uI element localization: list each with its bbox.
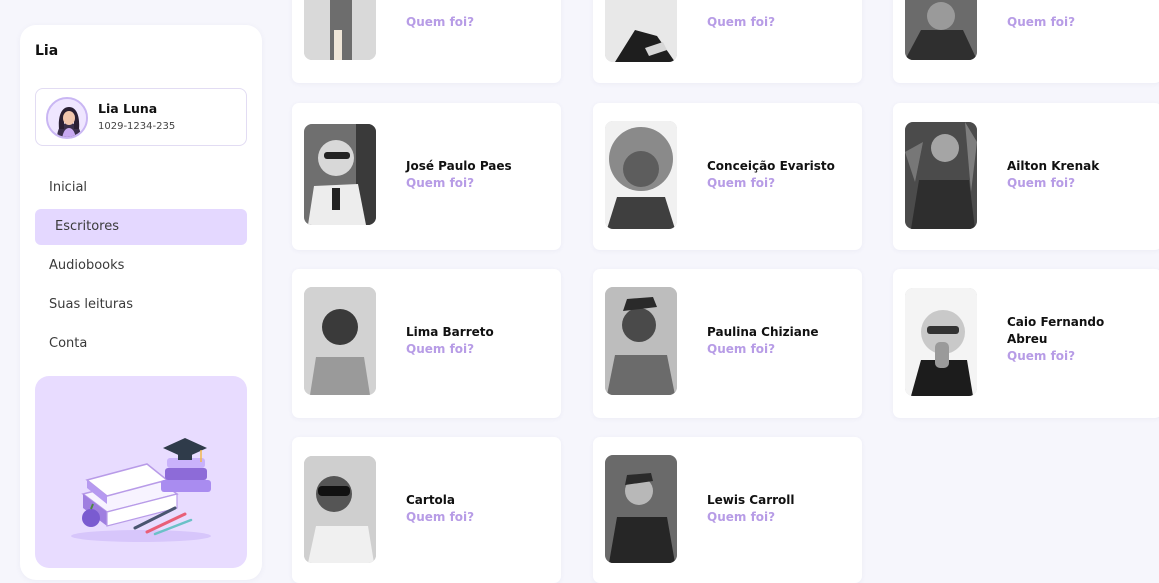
- writer-name: Lima Barreto: [406, 325, 494, 339]
- who-was-link[interactable]: Quem foi?: [1007, 14, 1147, 31]
- writer-card[interactable]: Conceição Evaristo Quem foi?: [593, 103, 862, 250]
- writer-photo: [304, 124, 376, 225]
- who-was-link[interactable]: Quem foi?: [707, 341, 847, 358]
- writer-photo: [304, 287, 376, 395]
- writer-card[interactable]: Quem foi?: [893, 0, 1159, 83]
- writer-card[interactable]: Ailton Krenak Quem foi?: [893, 103, 1159, 250]
- writer-photo: [605, 121, 677, 229]
- writer-photo: [304, 0, 376, 60]
- nav-item-suas-leituras[interactable]: Suas leituras: [35, 287, 247, 323]
- profile-name: Lia Luna: [98, 101, 158, 116]
- who-was-link[interactable]: Quem foi?: [406, 175, 546, 192]
- profile-id: 1029-1234-235: [98, 121, 176, 132]
- writer-name: Paulina Chiziane: [707, 325, 819, 339]
- writers-page: Lia Lia Luna 1029-1234-235 Inicial Escri…: [0, 0, 1159, 583]
- writer-photo: [605, 455, 677, 563]
- writer-photo: [905, 0, 977, 60]
- writer-name: Ailton Krenak: [1007, 159, 1100, 173]
- writer-card[interactable]: Caio Fernando Abreu Quem foi?: [893, 269, 1159, 418]
- writer-name: José Paulo Paes: [406, 159, 512, 173]
- writer-photo: [905, 122, 977, 229]
- who-was-link[interactable]: Quem foi?: [707, 14, 847, 31]
- nav-item-inicial[interactable]: Inicial: [35, 170, 247, 206]
- who-was-link[interactable]: Quem foi?: [1007, 175, 1147, 192]
- writer-photo: [304, 456, 376, 563]
- woman-avatar-icon: [48, 99, 86, 137]
- writer-name: Caio Fernando Abreu: [1007, 315, 1105, 346]
- who-was-link[interactable]: Quem foi?: [1007, 348, 1147, 365]
- user-avatar: [46, 97, 88, 139]
- writer-card[interactable]: Lewis Carroll Quem foi?: [593, 437, 862, 583]
- writer-card[interactable]: Paulina Chiziane Quem foi?: [593, 269, 862, 418]
- writer-name: Cartola: [406, 493, 456, 507]
- books-graduation-icon: [71, 438, 211, 542]
- writer-photo: [905, 288, 977, 396]
- writer-photo: [605, 287, 677, 395]
- writer-name: Conceição Evaristo: [707, 159, 835, 173]
- nav-item-escritores[interactable]: Escritores: [35, 209, 247, 245]
- writer-card[interactable]: Lima Barreto Quem foi?: [292, 269, 561, 418]
- who-was-link[interactable]: Quem foi?: [707, 509, 847, 526]
- who-was-link[interactable]: Quem foi?: [406, 509, 546, 526]
- writer-card[interactable]: José Paulo Paes Quem foi?: [292, 103, 561, 250]
- promo-illustration: [35, 376, 247, 568]
- writer-name: Lewis Carroll: [707, 493, 795, 507]
- user-profile-card[interactable]: Lia Luna 1029-1234-235: [35, 88, 247, 146]
- nav-item-audiobooks[interactable]: Audiobooks: [35, 248, 247, 284]
- nav-item-conta[interactable]: Conta: [35, 326, 247, 362]
- app-brand: Lia: [35, 43, 59, 59]
- who-was-link[interactable]: Quem foi?: [406, 14, 546, 31]
- writer-card[interactable]: Cartola Quem foi?: [292, 437, 561, 583]
- writer-card[interactable]: Quem foi?: [292, 0, 561, 83]
- who-was-link[interactable]: Quem foi?: [406, 341, 546, 358]
- who-was-link[interactable]: Quem foi?: [707, 175, 847, 192]
- writer-card[interactable]: Quem foi?: [593, 0, 862, 83]
- writer-photo: [605, 0, 677, 62]
- sidebar-nav: Inicial Escritores Audiobooks Suas leitu…: [35, 170, 247, 365]
- sidebar: Lia Lia Luna 1029-1234-235 Inicial Escri…: [20, 25, 262, 580]
